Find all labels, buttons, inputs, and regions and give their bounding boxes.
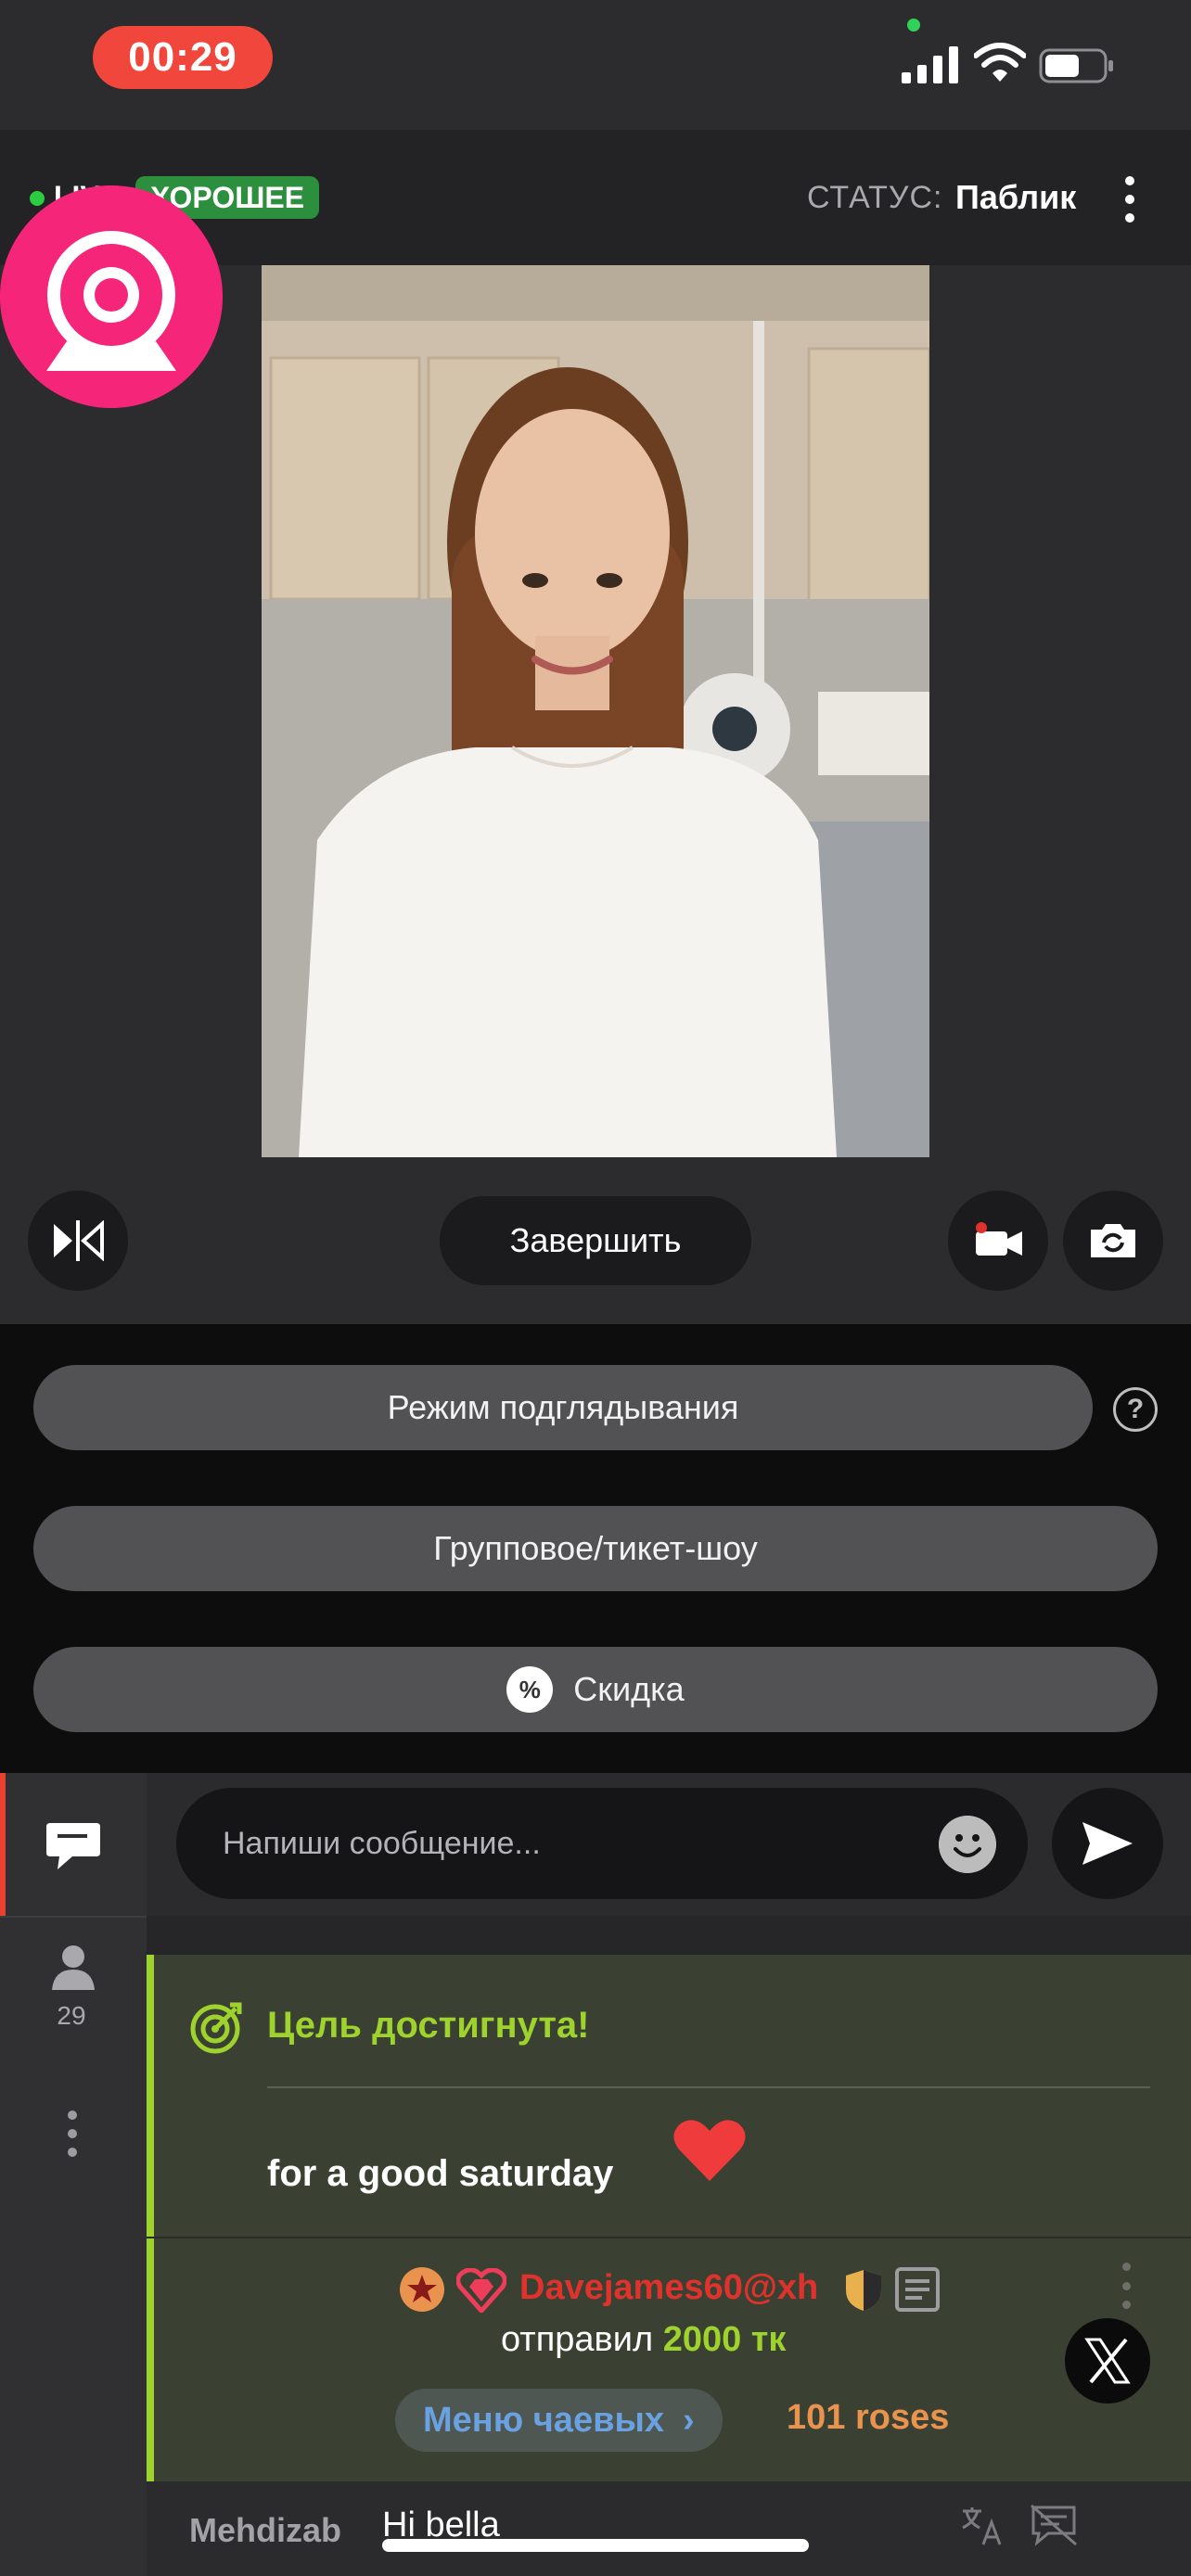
tipper-username[interactable]: Davejames60@xh — [519, 2268, 818, 2308]
x-share-button[interactable] — [1065, 2318, 1150, 2404]
end-stream-button[interactable]: Завершить — [440, 1196, 751, 1285]
switch-camera-button[interactable] — [1063, 1191, 1163, 1291]
group-ticket-show-button[interactable]: Групповое/тикет-шоу — [33, 1506, 1158, 1591]
video-record-icon — [976, 1222, 1022, 1256]
x-logo-icon — [1084, 2338, 1131, 2384]
message-input[interactable] — [223, 1788, 928, 1899]
chat-tab-icon[interactable] — [45, 1819, 102, 1871]
status-value[interactable]: Паблик — [955, 178, 1076, 217]
mirror-button[interactable] — [28, 1191, 128, 1291]
tip-sent-prefix: отправил — [501, 2320, 654, 2359]
wifi-icon — [974, 43, 1026, 82]
live-indicator-dot — [30, 191, 45, 206]
switch-camera-icon — [1091, 1224, 1135, 1257]
discount-label: Скидка — [573, 1670, 685, 1708]
camera-preview-video — [262, 265, 929, 1157]
shield-icon — [846, 2270, 881, 2311]
send-button[interactable] — [1052, 1788, 1163, 1899]
users-count: 29 — [57, 2001, 86, 2030]
sidebar-active-marker — [0, 1773, 6, 1916]
home-indicator — [382, 2539, 809, 2552]
emoji-icon[interactable] — [939, 1816, 996, 1873]
status-label: СТАТУС: — [807, 180, 943, 215]
more-options-icon[interactable] — [1113, 176, 1146, 223]
help-icon[interactable]: ? — [1113, 1387, 1158, 1432]
goal-text: for a good saturday — [267, 2153, 614, 2194]
tip-menu-button[interactable]: Меню чаевых › — [395, 2389, 723, 2452]
heart-icon — [673, 2120, 746, 2181]
heart-gem-icon — [456, 2268, 506, 2313]
webcam-logo-icon — [0, 185, 223, 408]
status-time: 00:29 — [93, 26, 273, 89]
cellular-signal-icon — [902, 46, 958, 83]
target-goal-icon — [190, 2002, 242, 2054]
tip-amount-text: отправил 2000 тк — [501, 2320, 786, 2360]
mirror-icon — [54, 1220, 104, 1261]
message-username[interactable]: Mehdizab — [189, 2511, 341, 2550]
tip-amount: 2000 тк — [662, 2320, 787, 2359]
message-input-bar — [176, 1788, 1028, 1899]
chat-sidebar — [0, 1773, 147, 2576]
sidebar-divider — [0, 1916, 147, 1918]
discount-button[interactable]: % Скидка — [33, 1647, 1158, 1732]
chat-divider — [147, 1916, 1191, 1955]
goal-divider — [267, 2086, 1150, 2088]
star-rank-icon — [400, 2267, 444, 2312]
hide-message-icon[interactable] — [1030, 2504, 1078, 2546]
camera-indicator-dot — [907, 19, 920, 32]
tip-more-icon[interactable] — [1121, 2263, 1132, 2309]
tip-menu-item: 101 roses — [787, 2398, 950, 2437]
notes-icon[interactable] — [894, 2266, 941, 2313]
users-tab-icon[interactable] — [50, 1944, 96, 1990]
chevron-right-icon: › — [683, 2400, 695, 2440]
translate-icon[interactable] — [959, 2504, 1004, 2548]
tip-menu-label: Меню чаевых — [423, 2400, 665, 2440]
goal-title: Цель достигнута! — [267, 2005, 590, 2046]
battery-icon — [1039, 48, 1113, 83]
peek-mode-button[interactable]: Режим подглядывания — [33, 1365, 1093, 1450]
record-button[interactable] — [948, 1191, 1048, 1291]
discount-percent-icon: % — [506, 1666, 554, 1713]
sidebar-more-icon[interactable] — [67, 2111, 78, 2157]
send-icon — [1082, 1822, 1133, 1865]
